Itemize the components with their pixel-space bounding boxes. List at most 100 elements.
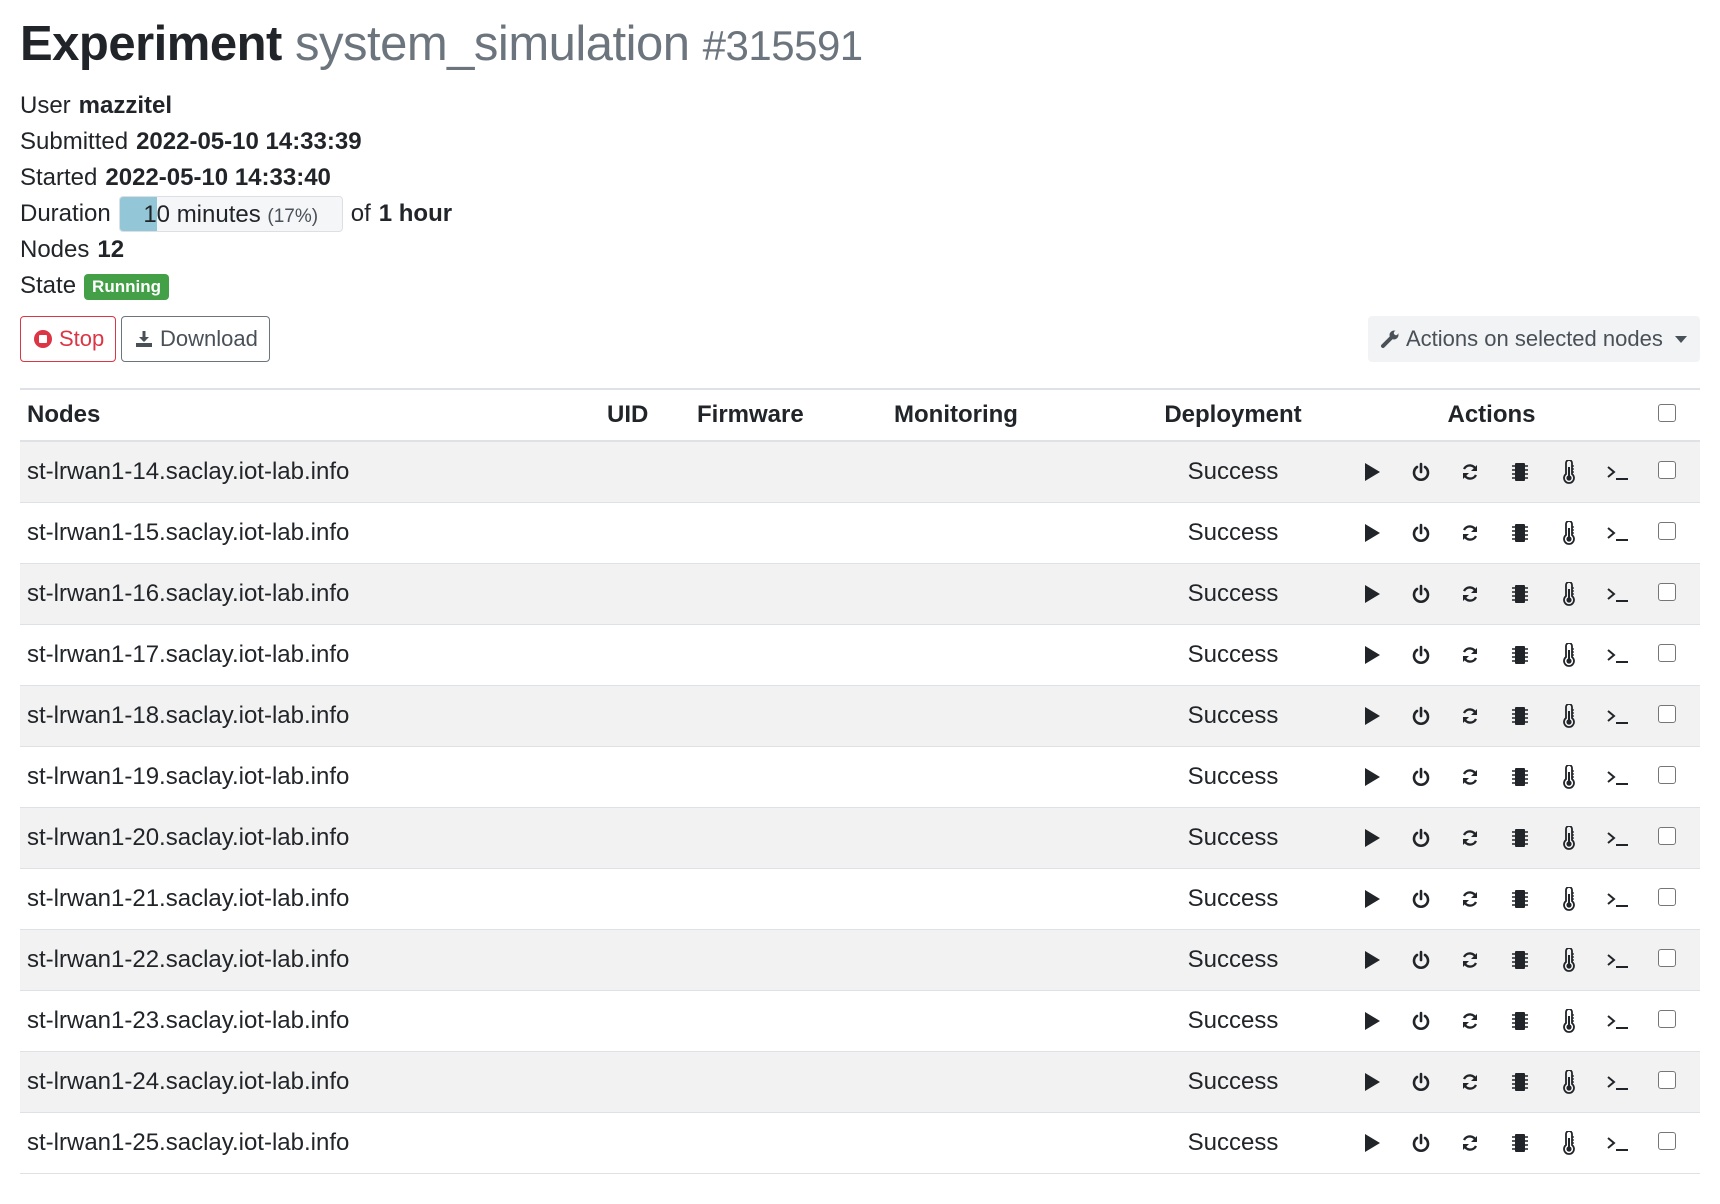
node-select-checkbox[interactable]: [1657, 460, 1676, 479]
power-node-button[interactable]: [1409, 765, 1433, 789]
node-hostname[interactable]: st-lrwan1-23.saclay.iot-lab.info: [20, 990, 600, 1051]
chip-node-button[interactable]: [1508, 1009, 1532, 1033]
terminal-node-button[interactable]: [1606, 704, 1630, 728]
actions-on-selected-nodes-dropdown[interactable]: Actions on selected nodes: [1368, 316, 1700, 362]
thermometer-node-button[interactable]: [1557, 1008, 1581, 1033]
node-hostname[interactable]: st-lrwan1-21.saclay.iot-lab.info: [20, 868, 600, 929]
power-node-button[interactable]: [1409, 1009, 1433, 1033]
terminal-node-button[interactable]: [1606, 948, 1630, 972]
node-hostname[interactable]: st-lrwan1-19.saclay.iot-lab.info: [20, 746, 600, 807]
terminal-node-button[interactable]: [1606, 1131, 1630, 1155]
chip-node-button[interactable]: [1508, 643, 1532, 667]
chip-node-button[interactable]: [1508, 1131, 1532, 1155]
terminal-node-button[interactable]: [1606, 1009, 1630, 1033]
thermometer-node-button[interactable]: [1557, 825, 1581, 850]
thermometer-node-button[interactable]: [1557, 703, 1581, 728]
power-node-button[interactable]: [1409, 521, 1433, 545]
node-select-checkbox[interactable]: [1657, 826, 1676, 845]
chip-node-button[interactable]: [1508, 1070, 1532, 1094]
node-hostname[interactable]: st-lrwan1-24.saclay.iot-lab.info: [20, 1051, 600, 1112]
reset-node-button[interactable]: [1458, 704, 1482, 728]
thermometer-node-button[interactable]: [1557, 886, 1581, 911]
power-node-button[interactable]: [1409, 460, 1433, 484]
power-node-button[interactable]: [1409, 826, 1433, 850]
node-select-checkbox[interactable]: [1657, 1070, 1676, 1089]
download-button[interactable]: Download: [121, 316, 270, 362]
reset-node-button[interactable]: [1458, 643, 1482, 667]
terminal-node-button[interactable]: [1606, 765, 1630, 789]
start-node-button[interactable]: [1360, 521, 1384, 545]
reset-node-button[interactable]: [1458, 826, 1482, 850]
node-hostname[interactable]: st-lrwan1-25.saclay.iot-lab.info: [20, 1112, 600, 1173]
terminal-node-button[interactable]: [1606, 460, 1630, 484]
node-hostname[interactable]: st-lrwan1-20.saclay.iot-lab.info: [20, 807, 600, 868]
terminal-node-button[interactable]: [1606, 521, 1630, 545]
terminal-node-button[interactable]: [1606, 582, 1630, 606]
reset-node-button[interactable]: [1458, 521, 1482, 545]
power-node-button[interactable]: [1409, 1131, 1433, 1155]
reset-node-button[interactable]: [1458, 948, 1482, 972]
thermometer-node-button[interactable]: [1557, 581, 1581, 606]
chip-node-button[interactable]: [1508, 460, 1532, 484]
chip-node-button[interactable]: [1508, 521, 1532, 545]
column-header-deployment[interactable]: Deployment: [1116, 389, 1350, 441]
node-select-checkbox[interactable]: [1657, 948, 1676, 967]
chip-node-button[interactable]: [1508, 826, 1532, 850]
thermometer-node-button[interactable]: [1557, 459, 1581, 484]
select-all-checkbox[interactable]: [1657, 404, 1676, 422]
thermometer-node-button[interactable]: [1557, 947, 1581, 972]
start-node-button[interactable]: [1360, 887, 1384, 911]
chip-node-button[interactable]: [1508, 765, 1532, 789]
power-node-button[interactable]: [1409, 582, 1433, 606]
reset-node-button[interactable]: [1458, 887, 1482, 911]
chip-node-button[interactable]: [1508, 582, 1532, 606]
chip-node-button[interactable]: [1508, 887, 1532, 911]
column-header-firmware[interactable]: Firmware: [690, 389, 887, 441]
node-select-checkbox[interactable]: [1657, 1131, 1676, 1150]
reset-node-button[interactable]: [1458, 460, 1482, 484]
power-node-button[interactable]: [1409, 887, 1433, 911]
reset-node-button[interactable]: [1458, 1009, 1482, 1033]
power-node-button[interactable]: [1409, 704, 1433, 728]
start-node-button[interactable]: [1360, 704, 1384, 728]
start-node-button[interactable]: [1360, 1070, 1384, 1094]
node-hostname[interactable]: st-lrwan1-22.saclay.iot-lab.info: [20, 929, 600, 990]
reset-node-button[interactable]: [1458, 582, 1482, 606]
start-node-button[interactable]: [1360, 643, 1384, 667]
node-hostname[interactable]: st-lrwan1-16.saclay.iot-lab.info: [20, 563, 600, 624]
column-header-monitoring[interactable]: Monitoring: [887, 389, 1116, 441]
start-node-button[interactable]: [1360, 765, 1384, 789]
reset-node-button[interactable]: [1458, 1131, 1482, 1155]
node-select-checkbox[interactable]: [1657, 765, 1676, 784]
start-node-button[interactable]: [1360, 582, 1384, 606]
chip-node-button[interactable]: [1508, 704, 1532, 728]
terminal-node-button[interactable]: [1606, 1070, 1630, 1094]
node-select-checkbox[interactable]: [1657, 704, 1676, 723]
thermometer-node-button[interactable]: [1557, 764, 1581, 789]
node-hostname[interactable]: st-lrwan1-17.saclay.iot-lab.info: [20, 624, 600, 685]
node-select-checkbox[interactable]: [1657, 582, 1676, 601]
power-node-button[interactable]: [1409, 643, 1433, 667]
column-header-nodes[interactable]: Nodes: [20, 389, 600, 441]
node-select-checkbox[interactable]: [1657, 521, 1676, 540]
reset-node-button[interactable]: [1458, 1070, 1482, 1094]
terminal-node-button[interactable]: [1606, 826, 1630, 850]
terminal-node-button[interactable]: [1606, 887, 1630, 911]
chip-node-button[interactable]: [1508, 948, 1532, 972]
node-hostname[interactable]: st-lrwan1-15.saclay.iot-lab.info: [20, 502, 600, 563]
thermometer-node-button[interactable]: [1557, 520, 1581, 545]
node-select-checkbox[interactable]: [1657, 887, 1676, 906]
node-hostname[interactable]: st-lrwan1-18.saclay.iot-lab.info: [20, 685, 600, 746]
node-select-checkbox[interactable]: [1657, 643, 1676, 662]
thermometer-node-button[interactable]: [1557, 642, 1581, 667]
power-node-button[interactable]: [1409, 948, 1433, 972]
start-node-button[interactable]: [1360, 1131, 1384, 1155]
start-node-button[interactable]: [1360, 460, 1384, 484]
start-node-button[interactable]: [1360, 826, 1384, 850]
thermometer-node-button[interactable]: [1557, 1069, 1581, 1094]
start-node-button[interactable]: [1360, 1009, 1384, 1033]
start-node-button[interactable]: [1360, 948, 1384, 972]
thermometer-node-button[interactable]: [1557, 1130, 1581, 1155]
power-node-button[interactable]: [1409, 1070, 1433, 1094]
column-header-uid[interactable]: UID: [600, 389, 690, 441]
